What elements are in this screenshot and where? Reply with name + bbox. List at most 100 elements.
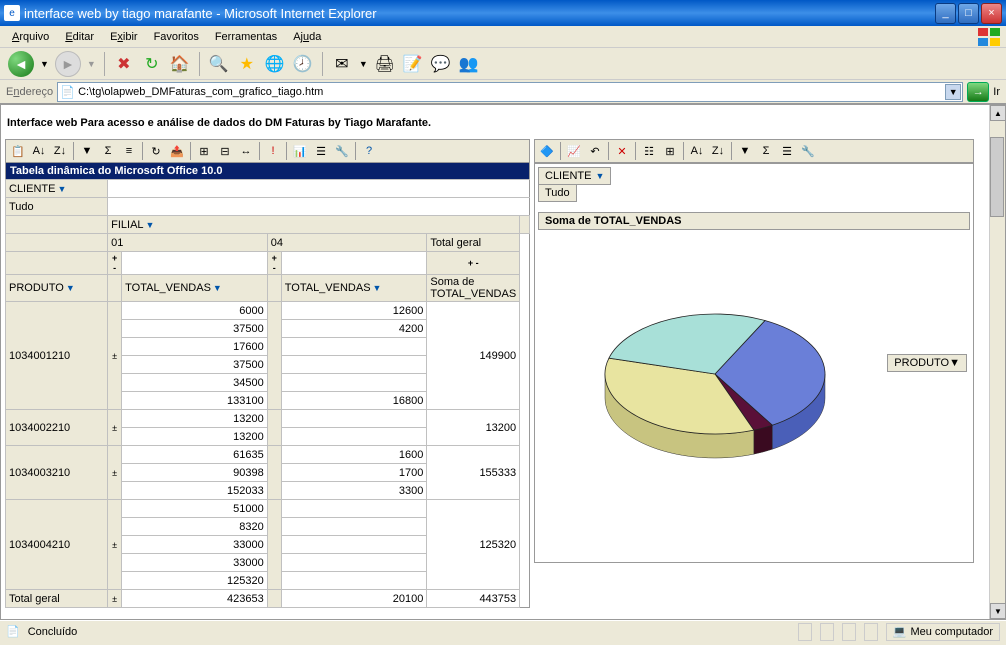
pivot-tool-sort-desc[interactable]: Z↓ [50, 141, 70, 161]
address-input[interactable] [57, 82, 963, 102]
pivot-row-key[interactable]: 1034002210 [6, 410, 108, 446]
expand-toggle[interactable]: ± [108, 590, 122, 608]
browser-toolbar: ◄▼ ►▼ ✖ ↻ 🏠 🔍 ★ 🌐 🕗 ✉▼ 🖨 📝 💬 👥 [0, 48, 1006, 80]
pivot-tool-autocalc[interactable]: Σ [98, 141, 118, 161]
expand-toggle[interactable]: ± [108, 302, 122, 410]
page-content: Interface web Para acesso e análise de d… [0, 104, 1006, 620]
pivot-tool-alert[interactable]: ! [263, 141, 283, 161]
forward-button[interactable]: ► [55, 51, 81, 77]
chart-tool-legend[interactable]: ☷ [639, 141, 659, 161]
chart-tool-type[interactable]: 📈 [564, 141, 584, 161]
pivot-tool-expand[interactable]: ⊞ [194, 141, 214, 161]
statusbar: 📄 Concluído 💻Meu computador [0, 620, 1006, 642]
go-label: Ir [993, 86, 1000, 98]
chart-tool-wizard[interactable]: 🔷 [537, 141, 557, 161]
expand-toggle[interactable]: ± [108, 410, 122, 446]
pivot-tool-move[interactable]: ↔ [236, 141, 256, 161]
chart-tool-sortasc[interactable]: A↓ [687, 141, 707, 161]
stop-button[interactable]: ✖ [113, 53, 135, 75]
chart-tool-sortdesc[interactable]: Z↓ [708, 141, 728, 161]
expand-toggle[interactable] [267, 500, 281, 590]
expand-toggle[interactable]: ± [108, 500, 122, 590]
discuss-button[interactable]: 💬 [430, 53, 452, 75]
pivot-measure-04[interactable]: TOTAL_VENDAS▼ [281, 275, 427, 302]
menu-favoritos[interactable]: Favoritos [146, 29, 207, 45]
media-button[interactable]: 🌐 [264, 53, 286, 75]
chart-filter-value[interactable]: Tudo [538, 185, 577, 202]
pivot-row-field[interactable]: PRODUTO▼ [6, 275, 108, 302]
chart-tool-undo[interactable]: ↶ [585, 141, 605, 161]
pivot-col-04[interactable]: 04 [267, 234, 427, 252]
home-button[interactable]: 🏠 [169, 53, 191, 75]
pivot-row-key[interactable]: 1034001210 [6, 302, 108, 410]
refresh-button[interactable]: ↻ [141, 53, 163, 75]
pivot-col-field[interactable]: FILIAL▼ [108, 216, 520, 234]
pivot-tool-sort-asc[interactable]: A↓ [29, 141, 49, 161]
expand-toggle[interactable]: + - [267, 252, 281, 275]
chart-tool-autocalc[interactable]: Σ [756, 141, 776, 161]
mail-button[interactable]: ✉ [331, 53, 353, 75]
minimize-button[interactable]: _ [935, 3, 956, 24]
menu-arquivo[interactable]: Arquivo [4, 29, 57, 45]
pivot-col-01[interactable]: 01 [108, 234, 268, 252]
favorites-button[interactable]: ★ [236, 53, 258, 75]
menu-exibir[interactable]: Exibir [102, 29, 146, 45]
vertical-scrollbar[interactable]: ▲ ▼ [989, 105, 1005, 619]
status-seg [798, 623, 812, 641]
pivot-tool-collapse[interactable]: ⊟ [215, 141, 235, 161]
pivot-cell: 133100 [122, 392, 268, 410]
pivot-tool-refresh[interactable]: ↻ [146, 141, 166, 161]
pivot-tool-autofilter[interactable]: ▼ [77, 141, 97, 161]
expand-toggle[interactable]: + - [108, 252, 122, 275]
expand-toggle[interactable] [267, 302, 281, 410]
expand-toggle[interactable] [267, 446, 281, 500]
history-button[interactable]: 🕗 [292, 53, 314, 75]
pivot-cell: 1600 [281, 446, 427, 464]
menu-ferramentas[interactable]: Ferramentas [207, 29, 285, 45]
pivot-toolbar: 📋 A↓ Z↓ ▼ Σ ≡ ↻ 📤 ⊞ ⊟ ↔ ! 📊 ☰ 🔧 [5, 139, 530, 163]
messenger-button[interactable]: 👥 [458, 53, 480, 75]
chart-tool-prop[interactable]: 🔧 [798, 141, 818, 161]
expand-toggle[interactable]: ± [108, 446, 122, 500]
pivot-cell [281, 428, 427, 446]
pivot-cell: 33000 [122, 536, 268, 554]
chart-tool-filter[interactable]: ▼ [735, 141, 755, 161]
pivot-row-key[interactable]: 1034004210 [6, 500, 108, 590]
pivot-table[interactable]: CLIENTE▼ Tudo FILIAL▼ 01 04 Tota [5, 179, 530, 608]
chart-filter-field[interactable]: CLIENTE▼ [538, 167, 611, 185]
pivot-tool-chart[interactable]: 📊 [290, 141, 310, 161]
chart-axis-label[interactable]: PRODUTO▼ [887, 354, 967, 372]
edit-button[interactable]: 📝 [402, 53, 424, 75]
ie-icon: e [4, 5, 20, 21]
pivot-filter-field[interactable]: CLIENTE▼ [6, 180, 108, 198]
close-button[interactable]: × [981, 3, 1002, 24]
pivot-filter-value[interactable]: Tudo [6, 198, 108, 216]
pivot-tool-prop[interactable]: 🔧 [332, 141, 352, 161]
pivot-cell: 51000 [122, 500, 268, 518]
address-dropdown[interactable]: ▼ [945, 84, 961, 100]
pivot-col-total: Total geral [427, 234, 520, 252]
chart-tool-byrowcol[interactable]: ⊞ [660, 141, 680, 161]
pivot-tool-fieldlist[interactable]: ☰ [311, 141, 331, 161]
chart-tool-fieldlist[interactable]: ☰ [777, 141, 797, 161]
page-heading: Interface web Para acesso e análise de d… [1, 105, 1005, 139]
expand-toggle[interactable]: + - [427, 252, 520, 275]
windows-flag-icon [978, 28, 1002, 46]
back-button[interactable]: ◄ [8, 51, 34, 77]
maximize-button[interactable]: □ [958, 3, 979, 24]
window-title: interface web by tiago marafante - Micro… [24, 6, 935, 21]
pivot-tool-copy[interactable]: 📋 [8, 141, 28, 161]
expand-toggle[interactable] [267, 410, 281, 446]
pivot-measure-01[interactable]: TOTAL_VENDAS▼ [122, 275, 268, 302]
pivot-tool-help[interactable]: ? [359, 141, 379, 161]
menu-editar[interactable]: Editar [57, 29, 102, 45]
search-button[interactable]: 🔍 [208, 53, 230, 75]
go-button[interactable]: → [967, 82, 989, 102]
menu-ajuda[interactable]: Ajuda [285, 29, 329, 45]
pivot-cell [281, 554, 427, 572]
pivot-tool-subtotal[interactable]: ≡ [119, 141, 139, 161]
pivot-tool-export[interactable]: 📤 [167, 141, 187, 161]
chart-tool-delete[interactable]: ✕ [612, 141, 632, 161]
print-button[interactable]: 🖨 [374, 53, 396, 75]
pivot-row-key[interactable]: 1034003210 [6, 446, 108, 500]
